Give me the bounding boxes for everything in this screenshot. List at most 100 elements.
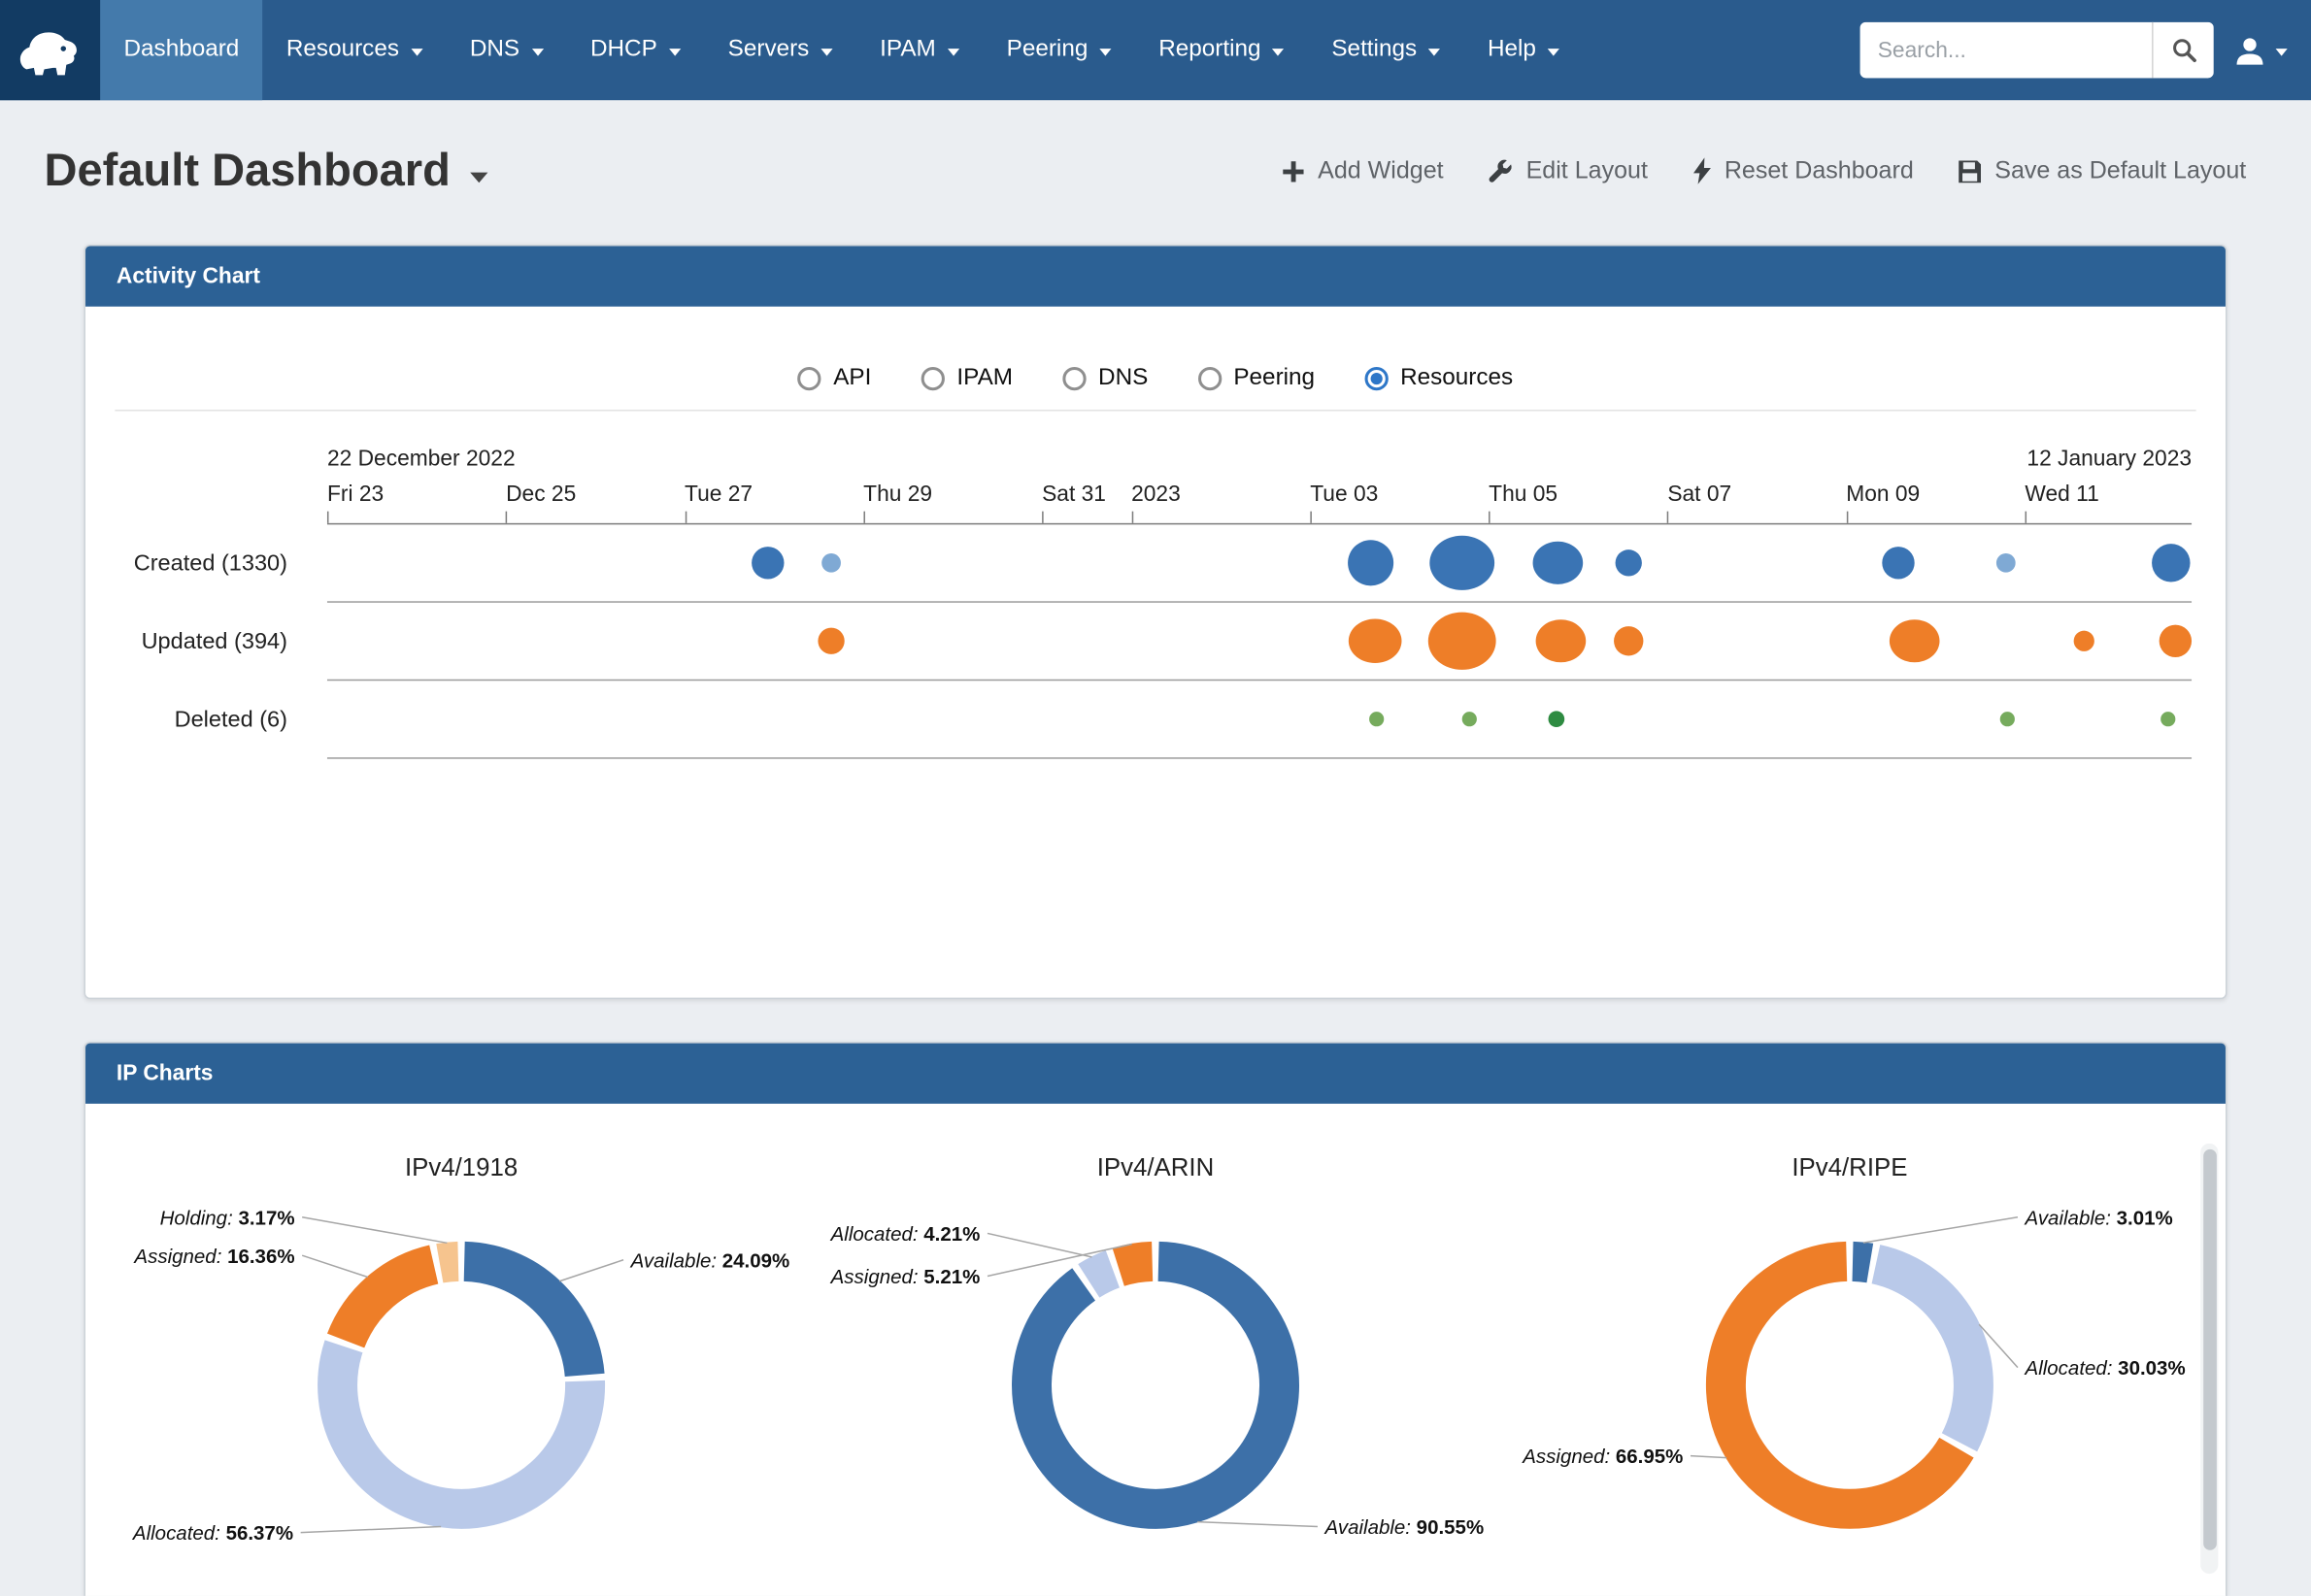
plus-icon — [1281, 158, 1306, 183]
axis-tick-label: Wed 11 — [2025, 482, 2098, 507]
activity-bubble[interactable] — [1883, 547, 1915, 579]
add-widget-button[interactable]: Add Widget — [1281, 157, 1443, 185]
search-input[interactable] — [1860, 22, 2153, 79]
label-leader-line — [1863, 1217, 2018, 1243]
activity-bubble[interactable] — [1616, 549, 1642, 576]
reset-dashboard-button[interactable]: Reset Dashboard — [1691, 157, 1913, 185]
activity-bubble[interactable] — [1349, 618, 1402, 663]
search-button[interactable] — [2152, 22, 2214, 79]
timeline-rows: Created (1330)Updated (394)Deleted (6) — [85, 524, 2226, 758]
nav-item-peering[interactable]: Peering — [983, 0, 1135, 100]
radio-icon — [1063, 367, 1087, 390]
label-leader-line — [1197, 1522, 1318, 1527]
activity-bubble[interactable] — [1536, 619, 1587, 662]
nav-item-ipam[interactable]: IPAM — [856, 0, 983, 100]
nav-item-dhcp[interactable]: DHCP — [567, 0, 705, 100]
activity-bubble[interactable] — [2152, 544, 2190, 582]
donut-segment-allocated[interactable] — [1876, 1264, 1973, 1443]
brand-logo[interactable] — [0, 0, 100, 100]
activity-bubble[interactable] — [1428, 613, 1496, 670]
activity-bubble[interactable] — [1369, 712, 1384, 726]
activity-timeline: 22 December 2022 12 January 2023 Fri 23 D… — [85, 447, 2226, 759]
filter-label: API — [833, 365, 871, 391]
nav-item-resources[interactable]: Resources — [263, 0, 447, 100]
axis-tick-mark — [1042, 512, 1044, 523]
scrollbar-thumb[interactable] — [2202, 1149, 2216, 1550]
filter-dns[interactable]: DNS — [1063, 365, 1149, 391]
activity-bubble[interactable] — [1462, 712, 1477, 726]
donut-segment-allocated[interactable] — [338, 1347, 586, 1509]
chevron-down-icon — [1548, 48, 1559, 55]
nav-item-servers[interactable]: Servers — [704, 0, 856, 100]
donut-svg: Available: 24.09%Allocated: 56.37%Assign… — [115, 1142, 807, 1596]
chevron-down-icon — [948, 48, 959, 55]
donut-svg: Available: 3.01%Allocated: 30.03%Assigne… — [1503, 1142, 2195, 1596]
timeline-axis: Fri 23Dec 25Tue 27Thu 29Sat 312023Tue 03… — [327, 475, 2192, 525]
page-header: Default Dashboard Add WidgetEdit LayoutR… — [0, 100, 2311, 197]
chevron-down-icon — [821, 48, 832, 55]
axis-tick-label: Fri 23 — [327, 482, 384, 507]
nav-item-label: Help — [1488, 37, 1536, 63]
axis-tick-label: Dec 25 — [506, 482, 576, 507]
nav-item-dashboard[interactable]: Dashboard — [100, 0, 262, 100]
activity-bubble[interactable] — [2073, 631, 2093, 651]
axis-tick-mark — [685, 512, 687, 523]
axis-tick-mark — [863, 512, 865, 523]
nav-item-label: Settings — [1331, 37, 1417, 63]
nav-item-label: Dashboard — [123, 37, 239, 63]
activity-bubble[interactable] — [1889, 619, 1939, 662]
label-leader-line — [302, 1255, 368, 1277]
dashboard-selector-caret[interactable] — [470, 173, 487, 183]
donut-segment-available[interactable] — [1032, 1261, 1280, 1509]
add-widget-label: Add Widget — [1318, 157, 1443, 185]
activity-bubble[interactable] — [1548, 711, 1564, 727]
ip-charts-panel: IP Charts IPv4/1918Available: 24.09%Allo… — [84, 1042, 2227, 1596]
timeline-range-end: 12 January 2023 — [2026, 447, 2192, 472]
save-default-layout-button[interactable]: Save as Default Layout — [1958, 157, 2246, 185]
nav-item-dns[interactable]: DNS — [447, 0, 567, 100]
axis-tick-mark — [506, 512, 508, 523]
activity-bubble[interactable] — [2160, 712, 2174, 726]
activity-bubble[interactable] — [821, 553, 841, 573]
activity-bubble[interactable] — [1999, 712, 2014, 726]
save-default-layout-label: Save as Default Layout — [1994, 157, 2246, 185]
activity-bubble[interactable] — [751, 547, 783, 579]
donut-segment-assigned[interactable] — [1119, 1261, 1153, 1267]
chevron-down-icon — [1099, 48, 1111, 55]
nav-item-help[interactable]: Help — [1464, 0, 1584, 100]
filter-api[interactable]: API — [798, 365, 872, 391]
axis-tick-label: Thu 05 — [1489, 482, 1557, 507]
donut-segment-holding[interactable] — [440, 1261, 458, 1263]
timeline-row: Updated (394) — [85, 603, 2226, 681]
radio-icon — [921, 367, 945, 390]
nav-item-settings[interactable]: Settings — [1308, 0, 1464, 100]
radio-icon — [1198, 367, 1222, 390]
timeline-range-start: 22 December 2022 — [327, 447, 516, 472]
filter-ipam[interactable]: IPAM — [921, 365, 1013, 391]
activity-bubble[interactable] — [1532, 542, 1583, 584]
filter-resources[interactable]: Resources — [1365, 365, 1514, 391]
timeline-row: Deleted (6) — [85, 681, 2226, 758]
axis-tick-mark — [1846, 512, 1848, 523]
activity-bubble[interactable] — [1995, 553, 2015, 573]
activity-bubble[interactable] — [1430, 536, 1495, 590]
user-icon — [2233, 33, 2267, 67]
activity-bubble[interactable] — [2159, 625, 2191, 657]
label-leader-line — [302, 1217, 447, 1244]
edit-layout-button[interactable]: Edit Layout — [1488, 157, 1648, 185]
donut-segment-label: Available: 90.55% — [1323, 1516, 1485, 1539]
timeline-range: 22 December 2022 12 January 2023 — [327, 447, 2192, 472]
axis-tick-mark — [1310, 512, 1312, 523]
axis-tick-label: Sat 07 — [1667, 482, 1731, 507]
activity-bubble[interactable] — [818, 628, 844, 654]
ip-panel-scrollbar[interactable] — [2200, 1144, 2218, 1574]
donut-segment-available[interactable] — [1853, 1261, 1870, 1263]
filter-peering[interactable]: Peering — [1198, 365, 1315, 391]
donut-segment-allocated[interactable] — [1089, 1269, 1113, 1280]
activity-bubble[interactable] — [1349, 540, 1394, 585]
nav-item-reporting[interactable]: Reporting — [1135, 0, 1308, 100]
donut-segment-assigned[interactable] — [346, 1264, 434, 1341]
activity-bubble[interactable] — [1614, 626, 1643, 655]
user-menu[interactable] — [2233, 33, 2288, 67]
chevron-down-icon — [1428, 48, 1440, 55]
